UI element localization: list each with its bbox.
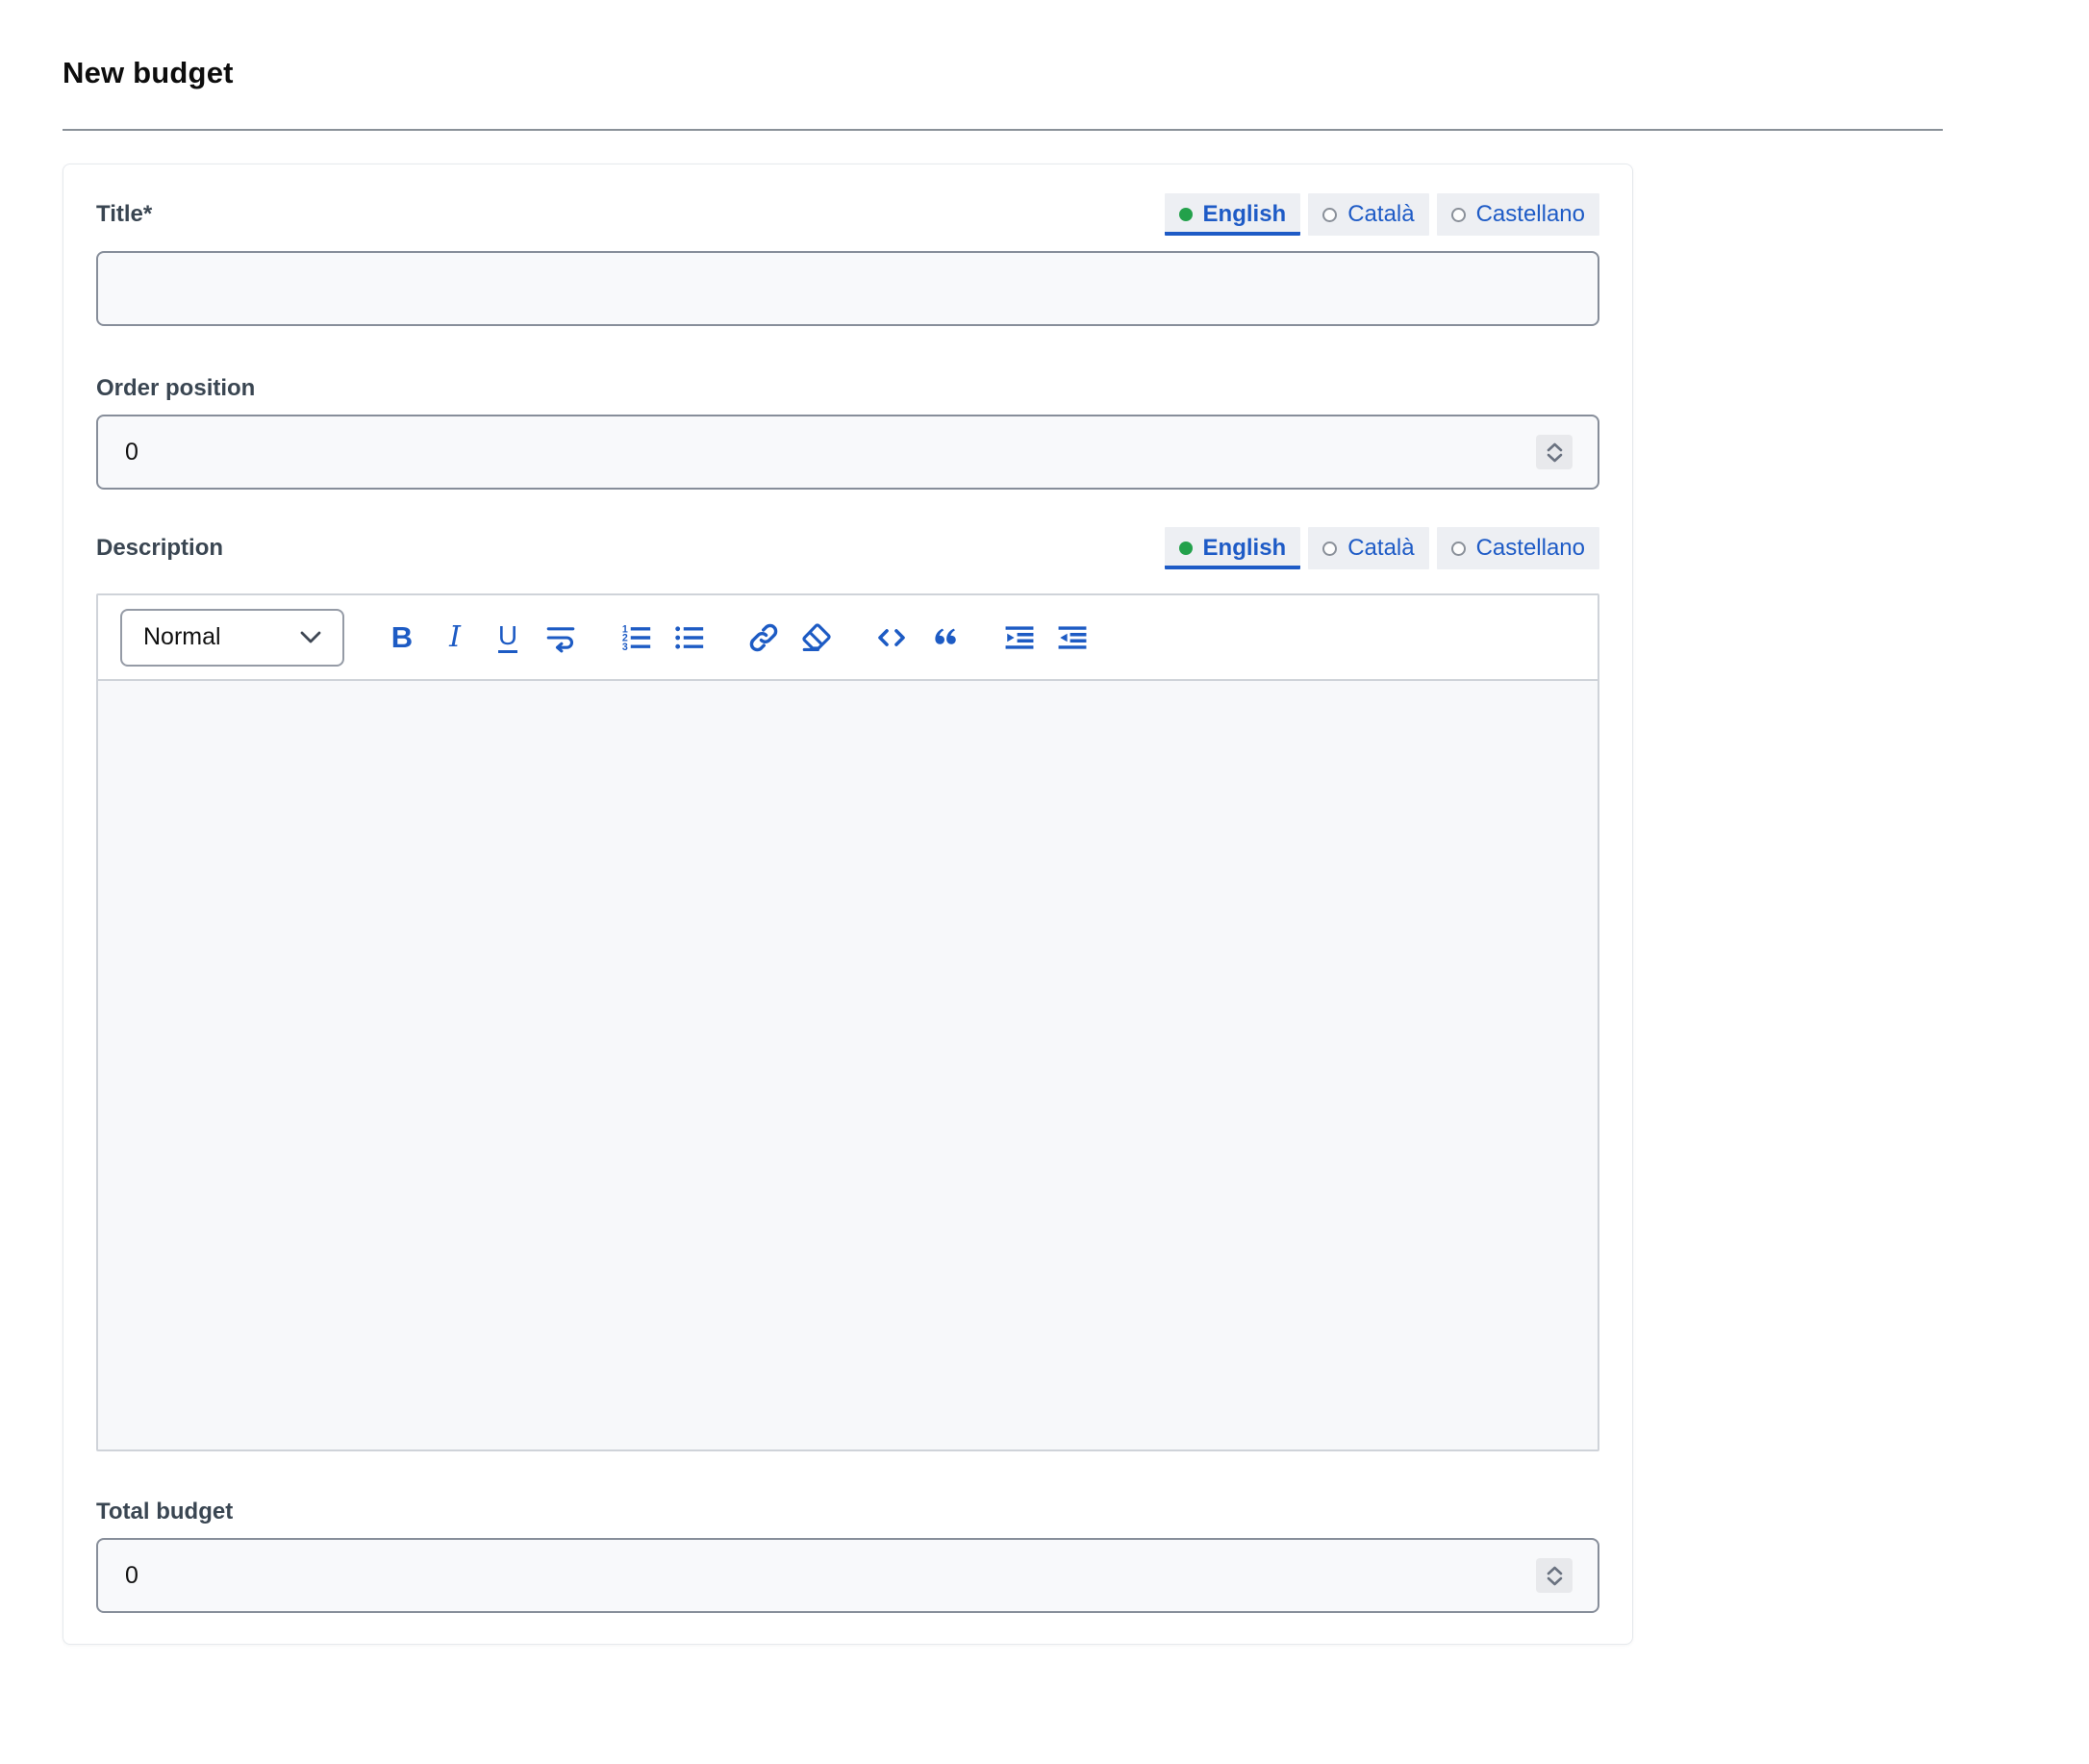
description-label: Description [96,535,223,562]
lang-tab-label: Català [1347,201,1414,228]
title-language-tabs: English Català Castellano [1165,193,1599,236]
indent-group [1003,618,1089,657]
title-lang-tab-english[interactable]: English [1165,193,1301,236]
total-budget-label: Total budget [96,1498,1599,1526]
description-lang-tab-castellano[interactable]: Castellano [1437,527,1599,569]
description-editor-content[interactable] [98,681,1598,1449]
paragraph-style-select[interactable]: Normal [120,609,344,667]
unselected-language-ring-icon [1451,208,1466,222]
title-lang-tab-catala[interactable]: Català [1308,193,1428,236]
indent-increase-icon [1003,621,1036,654]
eraser-icon [800,621,833,654]
title-divider [63,129,1943,131]
link-group [747,618,833,657]
lang-tab-label: Castellano [1476,201,1585,228]
clear-format-button[interactable] [800,618,833,657]
total-budget-stepper[interactable] [1536,1558,1573,1593]
italic-icon: I [449,620,461,654]
description-language-tabs: English Català Castellano [1165,527,1599,569]
lang-tab-label: English [1203,535,1287,562]
unselected-language-ring-icon [1451,542,1466,556]
selected-language-dot-icon [1179,208,1193,221]
chevron-down-icon [1547,1576,1563,1586]
bold-icon: B [391,620,413,655]
indent-button[interactable] [1003,618,1036,657]
chevron-up-icon [1547,442,1563,452]
order-position-input[interactable] [96,415,1599,490]
toolbar-buttons: B I U [386,618,1089,657]
order-position-field [96,415,1599,490]
unselected-language-ring-icon [1322,208,1337,222]
page: New budget Title* English Català Castell… [0,0,2089,1645]
paragraph-style-value: Normal [143,623,221,651]
total-budget-input[interactable] [96,1538,1599,1613]
description-editor: Normal B I U [96,593,1599,1451]
ordered-list-button[interactable]: 1 2 3 [619,618,652,657]
chevron-down-icon [1547,453,1563,463]
indent-decrease-icon [1056,621,1089,654]
description-lang-tab-english[interactable]: English [1165,527,1301,569]
list-group: 1 2 3 [619,618,705,657]
title-input[interactable] [96,251,1599,326]
bold-button[interactable]: B [386,618,418,657]
editor-toolbar: Normal B I U [98,595,1598,681]
selected-language-dot-icon [1179,542,1193,555]
chevron-down-icon [300,631,321,643]
title-lang-tab-castellano[interactable]: Castellano [1437,193,1599,236]
ordered-list-icon: 1 2 3 [619,621,652,654]
description-field-row: Description English Català Castellano [96,527,1599,569]
title-label: Title* [96,201,152,228]
unselected-language-ring-icon [1322,542,1337,556]
svg-text:3: 3 [622,642,628,653]
outdent-button[interactable] [1056,618,1089,657]
lang-tab-label: Català [1347,535,1414,562]
text-style-group: B I U [386,618,577,657]
line-break-button[interactable] [544,618,577,657]
link-button[interactable] [747,618,780,657]
italic-button[interactable]: I [439,618,471,657]
new-budget-form-card: Title* English Català Castellano Order p… [63,164,1633,1645]
underline-button[interactable]: U [491,618,524,657]
code-icon [875,621,908,654]
title-field-row: Title* English Català Castellano [96,193,1599,236]
unordered-list-button[interactable] [672,618,705,657]
underline-icon: U [498,622,517,653]
order-position-label: Order position [96,374,1599,403]
order-position-stepper[interactable] [1536,435,1573,469]
page-title: New budget [63,56,2089,90]
lang-tab-label: English [1203,201,1287,228]
chevron-up-icon [1547,1566,1563,1575]
link-icon [747,621,780,654]
unordered-list-icon [672,621,705,654]
description-lang-tab-catala[interactable]: Català [1308,527,1428,569]
line-break-icon [544,621,577,654]
code-button[interactable] [875,618,908,657]
total-budget-field [96,1538,1599,1613]
blockquote-button[interactable] [928,618,961,657]
quote-icon [928,621,961,654]
lang-tab-label: Castellano [1476,535,1585,562]
code-quote-group [875,618,961,657]
